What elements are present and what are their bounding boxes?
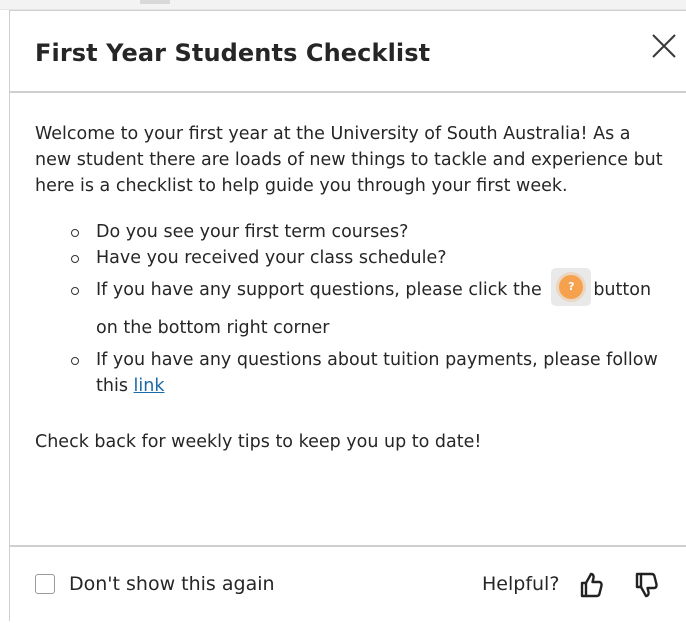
close-icon <box>652 34 676 58</box>
checklist-item-text: Do you see your first term courses? <box>96 222 409 242</box>
outro-text: Check back for weekly tips to keep you u… <box>35 432 482 452</box>
checklist-item: If you have any questions about tuition … <box>71 347 665 399</box>
checklist-item-support: If you have any support questions, pleas… <box>71 268 665 347</box>
checklist-item-text: If you have any questions about tuition … <box>96 350 658 396</box>
help-button-icon: ? <box>551 268 592 306</box>
checklist-item-text: If you have any support questions, pleas… <box>96 280 542 300</box>
checklist-dialog: First Year Students Checklist Welcome to… <box>9 10 686 621</box>
background-accent <box>140 0 170 4</box>
dialog-footer: Don't show this again Helpful? <box>10 545 686 623</box>
background-top-strip <box>0 0 686 10</box>
dont-show-checkbox[interactable] <box>35 574 55 594</box>
checklist: Do you see your first term courses? Have… <box>35 219 665 399</box>
dialog-header: First Year Students Checklist <box>10 11 686 93</box>
help-icon: ? <box>559 275 584 299</box>
close-button[interactable] <box>647 29 681 63</box>
thumbs-up-icon <box>580 572 603 598</box>
helpful-label: Helpful? <box>482 573 560 595</box>
bullet-icon <box>71 357 79 365</box>
thumbs-down-icon <box>635 572 658 598</box>
thumbs-down-button[interactable] <box>631 570 661 600</box>
bullet-icon <box>71 287 79 295</box>
checklist-item-text: Have you received your class schedule? <box>96 248 447 268</box>
bullet-icon <box>71 229 79 237</box>
dont-show-label[interactable]: Don't show this again <box>69 573 275 595</box>
dialog-title: First Year Students Checklist <box>35 39 431 67</box>
bullet-icon <box>71 255 79 263</box>
thumbs-up-button[interactable] <box>576 570 606 600</box>
tuition-link[interactable]: link <box>134 376 165 396</box>
intro-text: Welcome to your first year at the Univer… <box>35 124 663 196</box>
checklist-item: Do you see your first term courses? <box>71 219 665 245</box>
dialog-body: Welcome to your first year at the Univer… <box>35 121 665 455</box>
